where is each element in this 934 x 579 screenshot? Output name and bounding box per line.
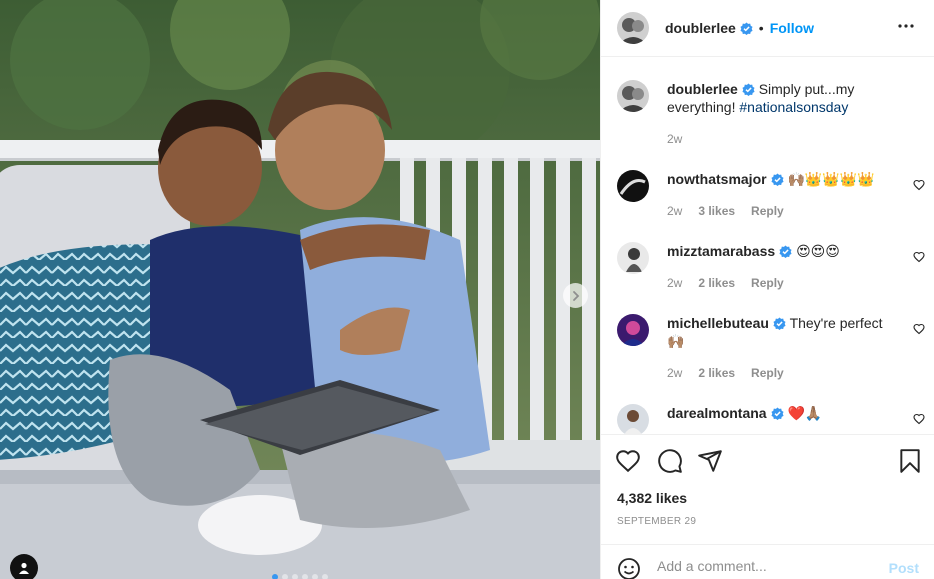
comment-item: darealmontana ❤️🙏🏽 (617, 404, 927, 434)
post-header: doublerlee • Follow (601, 0, 934, 57)
reply-button[interactable]: Reply (751, 204, 784, 218)
comment-body: ❤️🙏🏽 (787, 405, 823, 421)
verified-badge-icon (779, 245, 792, 258)
post-photo[interactable] (0, 0, 600, 579)
caption-text: doublerlee Simply put...my everything! #… (667, 80, 897, 116)
comment-username[interactable]: darealmontana (667, 405, 767, 421)
carousel-dot (282, 574, 288, 579)
carousel-dot (272, 574, 278, 579)
comment-username[interactable]: mizztamarabass (667, 243, 775, 259)
emoji-icon[interactable] (617, 557, 641, 579)
comment-meta: 2w 2 likes Reply (667, 276, 784, 290)
verified-badge-icon (742, 83, 755, 96)
comment-time[interactable]: 2w (667, 204, 682, 218)
tagged-users-button[interactable] (10, 554, 38, 579)
like-comment-heart-icon[interactable] (913, 251, 925, 263)
like-comment-heart-icon[interactable] (913, 323, 925, 335)
tag-user-icon (19, 562, 29, 574)
comment-time[interactable]: 2w (667, 366, 682, 380)
photo-scene (0, 0, 600, 579)
post-date[interactable]: SEPTEMBER 29 (617, 516, 696, 527)
next-photo-button[interactable] (563, 283, 588, 308)
carousel-indicator (272, 574, 328, 579)
comment-input[interactable] (657, 558, 877, 574)
caption: doublerlee Simply put...my everything! #… (617, 80, 927, 150)
commenter-avatar[interactable] (617, 170, 649, 202)
header-separator: • (758, 20, 764, 36)
caption-avatar[interactable] (617, 80, 649, 112)
add-comment-bar: Post (601, 544, 934, 579)
carousel-dot (322, 574, 328, 579)
more-options-icon[interactable] (897, 17, 915, 35)
carousel-dot (292, 574, 298, 579)
reply-button[interactable]: Reply (751, 276, 784, 290)
comment-meta: 2w 2 likes Reply (667, 366, 784, 380)
comment-body: 🙌🏽👑👑👑👑 (787, 171, 875, 187)
caption-time[interactable]: 2w (667, 132, 682, 146)
verified-badge-icon (771, 173, 784, 186)
comment-text: michellebuteau They're perfect 🙌🏽 (667, 314, 897, 350)
commenter-avatar[interactable] (617, 314, 649, 346)
verified-badge-icon (771, 407, 784, 420)
likes-count[interactable]: 4,382 likes (617, 490, 687, 506)
caption-username[interactable]: doublerlee (667, 81, 738, 97)
post-actions: 4,382 likes SEPTEMBER 29 (601, 434, 934, 544)
verified-badge-icon (740, 21, 753, 35)
comment-item: mizztamarabass 😍😍😍 2w 2 likes Reply (617, 242, 927, 292)
caption-meta: 2w (667, 132, 682, 146)
carousel-dot (302, 574, 308, 579)
reply-button[interactable]: Reply (751, 366, 784, 380)
comment-likes[interactable]: 2 likes (698, 366, 735, 380)
like-comment-heart-icon[interactable] (913, 413, 925, 425)
carousel-dot (312, 574, 318, 579)
comment-item: nowthatsmajor 🙌🏽👑👑👑👑 2w 3 likes Reply (617, 170, 927, 220)
comment-likes[interactable]: 3 likes (698, 204, 735, 218)
commenter-avatar[interactable] (617, 242, 649, 274)
comment-username[interactable]: nowthatsmajor (667, 171, 767, 187)
post-details-panel: doublerlee • Follow doublerlee Simply pu… (600, 0, 934, 579)
caption-hashtag[interactable]: #nationalsonsday (739, 99, 848, 115)
follow-button[interactable]: Follow (770, 20, 814, 36)
like-comment-heart-icon[interactable] (913, 179, 925, 191)
comment-item: michellebuteau They're perfect 🙌🏽 2w 2 l… (617, 314, 927, 384)
comment-text: darealmontana ❤️🙏🏽 (667, 404, 897, 422)
author-avatar[interactable] (617, 12, 649, 44)
comment-meta: 2w 3 likes Reply (667, 204, 784, 218)
verified-badge-icon (773, 317, 786, 330)
comment-icon[interactable] (657, 448, 683, 474)
comment-text: mizztamarabass 😍😍😍 (667, 242, 897, 260)
comments-list[interactable]: doublerlee Simply put...my everything! #… (601, 58, 934, 434)
next-arrow-icon (572, 290, 579, 301)
comment-text: nowthatsmajor 🙌🏽👑👑👑👑 (667, 170, 897, 188)
comment-likes[interactable]: 2 likes (698, 276, 735, 290)
post-comment-button[interactable]: Post (889, 560, 919, 576)
comment-time[interactable]: 2w (667, 276, 682, 290)
comment-username[interactable]: michellebuteau (667, 315, 769, 331)
share-icon[interactable] (697, 448, 723, 474)
commenter-avatar[interactable] (617, 404, 649, 434)
author-username[interactable]: doublerlee (665, 20, 736, 36)
heart-icon[interactable] (615, 448, 641, 474)
instagram-post-window: doublerlee • Follow doublerlee Simply pu… (0, 0, 934, 579)
bookmark-icon[interactable] (897, 448, 923, 474)
comment-body: 😍😍😍 (796, 243, 840, 259)
